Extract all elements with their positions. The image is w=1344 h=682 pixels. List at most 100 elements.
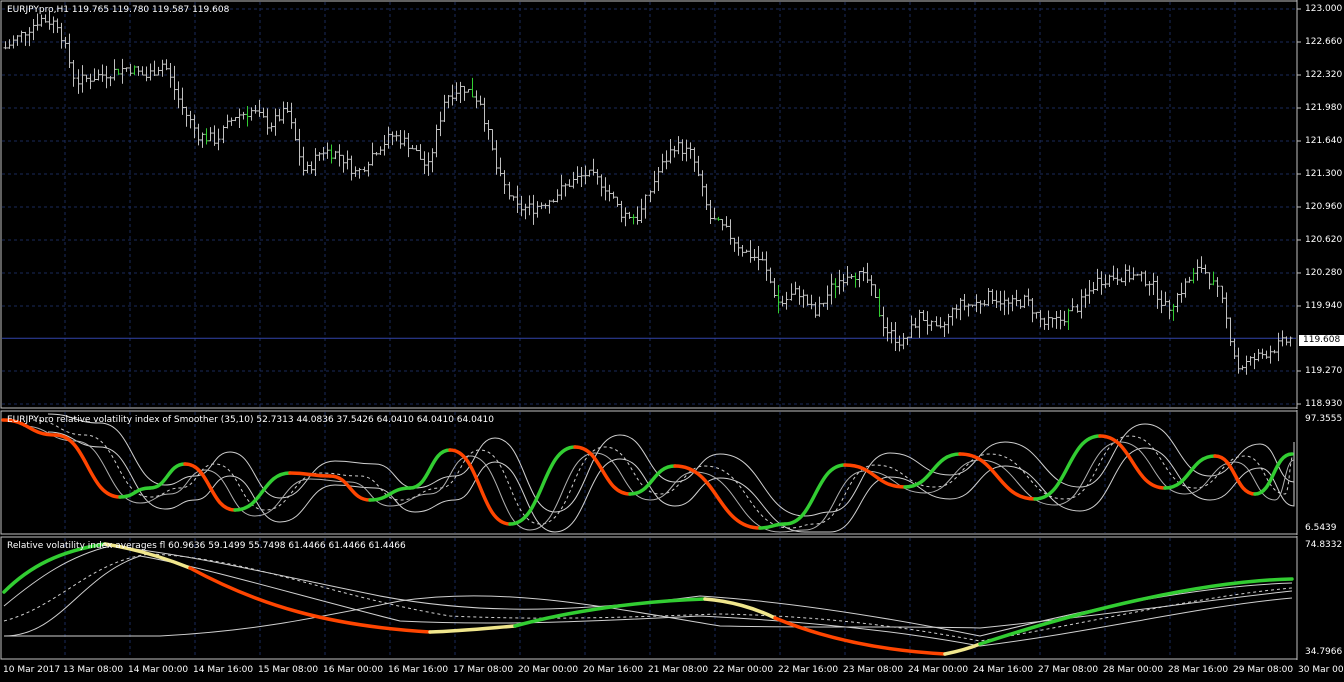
price-bar: [716, 216, 721, 221]
price-bar: [728, 219, 733, 245]
rvi-smoother-segment: [843, 463, 907, 489]
price-bar: [1147, 281, 1152, 296]
time-axis-label: 13 Mar 08:00: [63, 665, 124, 675]
price-scale-label: 122.660: [1305, 36, 1343, 47]
price-bar: [635, 206, 640, 225]
price-bar: [200, 132, 205, 148]
price-bar: [333, 150, 338, 160]
price-bar: [797, 285, 802, 305]
price-bar: [450, 84, 455, 106]
price-bar: [281, 101, 286, 124]
price-bar: [925, 311, 930, 335]
price-bar: [325, 142, 330, 159]
price-bar: [736, 236, 741, 256]
price-bar: [619, 200, 624, 223]
time-axis-label: 22 Mar 16:00: [778, 665, 839, 675]
price-bar: [225, 114, 230, 129]
price-bar: [1272, 349, 1277, 354]
price-bar: [1018, 299, 1023, 309]
price-bar: [116, 68, 121, 75]
price-scale-label: 120.620: [1305, 234, 1343, 245]
price-bar: [96, 69, 101, 81]
price-bar: [1042, 317, 1047, 330]
time-axis-label: 16 Mar 00:00: [323, 665, 384, 675]
price-bar: [180, 87, 185, 115]
price-bar: [1010, 294, 1015, 312]
price-bar: [486, 120, 491, 140]
price-bar: [712, 207, 717, 220]
price-bar: [261, 107, 266, 118]
price-bar: [63, 36, 68, 49]
time-axis-label: 24 Mar 00:00: [908, 665, 969, 675]
price-bar: [1070, 298, 1075, 312]
price-bar: [1215, 277, 1220, 298]
price-bar: [212, 125, 217, 146]
price-bar: [889, 322, 894, 344]
price-bar: [1115, 268, 1120, 285]
price-bar: [51, 16, 56, 34]
price-bar: [462, 85, 467, 101]
price-bar: [559, 174, 564, 200]
price-bar: [265, 108, 270, 135]
price-bar: [1268, 345, 1273, 364]
price-bar: [913, 317, 918, 329]
price-bar: [341, 154, 346, 173]
price-bar: [140, 66, 145, 76]
price-chart-pane[interactable]: EURJPYpro,H1 119.765 119.780 119.587 119…: [0, 0, 1344, 409]
price-bar: [680, 139, 685, 161]
price-bar: [43, 14, 48, 23]
price-bar: [273, 108, 278, 136]
price-bar: [748, 240, 753, 263]
rvi-smoother-segment: [118, 486, 152, 499]
rvi-smoother-segment: [1163, 454, 1217, 490]
time-axis-label: 27 Mar 08:00: [1038, 665, 1099, 675]
time-axis-label: 16 Mar 16:00: [388, 665, 449, 675]
price-scale-label: 119.270: [1305, 366, 1343, 376]
price-bar: [869, 275, 874, 296]
price-bar: [615, 196, 620, 207]
price-bar: [708, 199, 713, 224]
price-bar: [724, 216, 729, 228]
price-bar: [1240, 365, 1245, 371]
price-bar: [120, 58, 125, 84]
rvi-smoother-pane[interactable]: EURJPYpro relative volatility index of S…: [0, 410, 1344, 535]
price-bar: [1224, 292, 1229, 329]
price-bar: [1095, 268, 1100, 291]
price-bar: [156, 66, 161, 76]
price-bar: [172, 65, 177, 100]
price-bar: [1151, 272, 1156, 295]
price-bar: [317, 151, 322, 161]
price-bar: [1236, 347, 1241, 374]
price-bar: [551, 199, 556, 203]
price-bar: [579, 167, 584, 187]
price-bar: [233, 117, 238, 122]
price-bar: [1062, 310, 1067, 326]
price-bar: [929, 320, 934, 331]
rvi-smoother-svg[interactable]: [0, 410, 1344, 535]
price-bar: [603, 177, 608, 201]
price-bar: [478, 95, 483, 106]
price-bar: [458, 81, 463, 104]
rvi-averages-svg[interactable]: [0, 536, 1344, 660]
price-bar: [539, 202, 544, 210]
price-bar: [660, 153, 665, 173]
price-bar: [523, 203, 528, 220]
price-bar: [780, 295, 785, 307]
rvi-averages-pane[interactable]: Relative volatility index averages fl 60…: [0, 536, 1344, 660]
price-bar: [938, 317, 943, 329]
price-bar: [269, 122, 274, 132]
price-bar: [23, 31, 28, 46]
price-bar: [289, 102, 294, 129]
price-bar: [152, 60, 157, 77]
price-chart-svg[interactable]: [0, 0, 1344, 409]
price-bar: [309, 161, 314, 174]
price-bar: [426, 152, 431, 176]
price-bar: [901, 332, 906, 350]
price-bar: [1135, 273, 1140, 276]
price-bar: [374, 151, 379, 156]
price-bar: [104, 65, 109, 89]
price-bar: [394, 130, 399, 142]
price-bar: [1050, 317, 1055, 328]
price-bar: [100, 64, 105, 82]
price-bar: [1046, 310, 1051, 330]
